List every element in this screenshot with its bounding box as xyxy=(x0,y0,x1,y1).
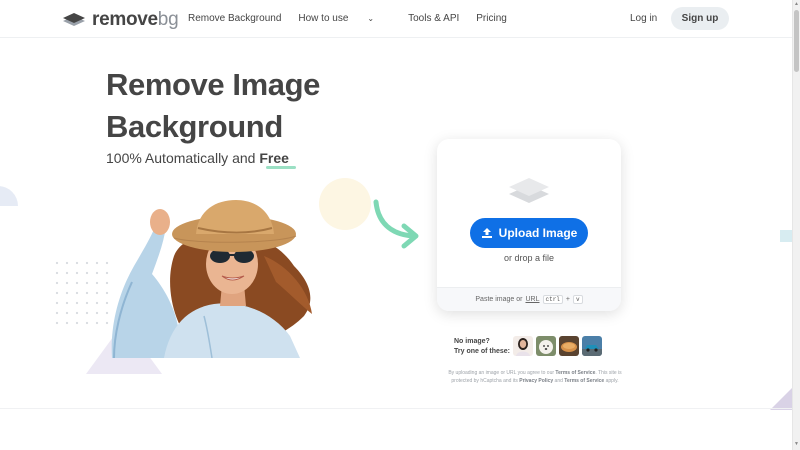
paste-bar[interactable]: Paste image or URL ctrl + v xyxy=(437,287,621,311)
nav-remove-background[interactable]: Remove Background xyxy=(188,13,281,24)
logo-layers-icon xyxy=(63,13,85,26)
paste-url-link[interactable]: URL xyxy=(525,296,539,303)
scrollbar-thumb[interactable] xyxy=(794,10,799,72)
image-stack-icon xyxy=(509,178,549,203)
hero-subtitle-prefix: 100% Automatically and xyxy=(106,150,260,166)
logo-wordmark: removebg xyxy=(92,9,179,30)
scroll-up-arrow-icon[interactable]: ▲ xyxy=(794,1,799,7)
hero-subtitle: 100% Automatically and Free xyxy=(106,150,289,166)
signup-button[interactable]: Sign up xyxy=(671,7,729,30)
decor-square-right xyxy=(780,230,792,242)
nav-how-to-use[interactable]: How to use ⌄ xyxy=(298,13,391,24)
upload-icon xyxy=(481,228,492,238)
hero-title-line2: Background xyxy=(106,109,283,144)
hero-subtitle-emphasis: Free xyxy=(259,150,289,166)
sample-thumbnails xyxy=(513,336,602,356)
curved-arrow-icon xyxy=(373,199,419,249)
decor-half-circle xyxy=(0,186,18,206)
nav-tools-api[interactable]: Tools & API xyxy=(408,13,459,24)
upload-card[interactable]: Upload Image or drop a file Paste image … xyxy=(437,139,621,311)
sample-image-bread[interactable] xyxy=(559,336,579,356)
sample-prompt-line2: Try one of these: xyxy=(454,348,511,355)
terms-of-service-link[interactable]: Terms of Service xyxy=(555,370,595,376)
page: removebg Remove Background How to use ⌄ T… xyxy=(0,0,800,450)
sample-prompt-line1: No image? xyxy=(454,338,490,345)
nav-pricing[interactable]: Pricing xyxy=(476,13,507,24)
main-nav: Remove Background How to use ⌄ Tools & AP… xyxy=(188,13,524,24)
hero-title: Remove Image Background xyxy=(106,64,320,148)
hero-photo-woman xyxy=(111,200,312,358)
privacy-policy-link[interactable]: Privacy Policy xyxy=(519,378,553,384)
sample-image-car[interactable] xyxy=(582,336,602,356)
shortcut-key-ctrl: ctrl xyxy=(542,295,563,304)
decor-sun-circle xyxy=(319,178,371,230)
upload-image-button[interactable]: Upload Image xyxy=(470,218,588,248)
free-underline-accent xyxy=(266,166,296,169)
scrollbar[interactable]: ▲ ▼ xyxy=(792,0,800,450)
terms-text-3: and xyxy=(554,378,563,384)
hero-title-line1: Remove Image xyxy=(106,67,321,102)
sample-image-person[interactable] xyxy=(513,336,533,356)
paste-text: Paste image or xyxy=(475,296,523,303)
terms-notice: By uploading an image or URL you agree t… xyxy=(440,369,630,385)
drop-file-text: or drop a file xyxy=(503,253,555,263)
terms-text-1: By uploading an image or URL you agree t… xyxy=(448,370,555,376)
shortcut-key-v: v xyxy=(573,295,583,304)
top-navbar: removebg Remove Background How to use ⌄ T… xyxy=(0,0,792,38)
section-divider xyxy=(0,408,792,409)
sample-image-dog[interactable] xyxy=(536,336,556,356)
scroll-down-arrow-icon[interactable]: ▼ xyxy=(794,441,799,447)
chevron-down-icon: ⌄ xyxy=(367,14,375,23)
login-link[interactable]: Log in xyxy=(630,13,657,24)
logo[interactable]: removebg xyxy=(62,9,179,31)
shortcut-plus: + xyxy=(565,296,570,303)
sample-prompt: No image? Try one of these: xyxy=(454,337,510,357)
decor-triangle-right xyxy=(770,388,792,410)
upload-button-label: Upload Image xyxy=(498,226,578,240)
terms-text-4: apply. xyxy=(605,378,619,384)
hcaptcha-terms-link[interactable]: Terms of Service xyxy=(564,378,604,384)
